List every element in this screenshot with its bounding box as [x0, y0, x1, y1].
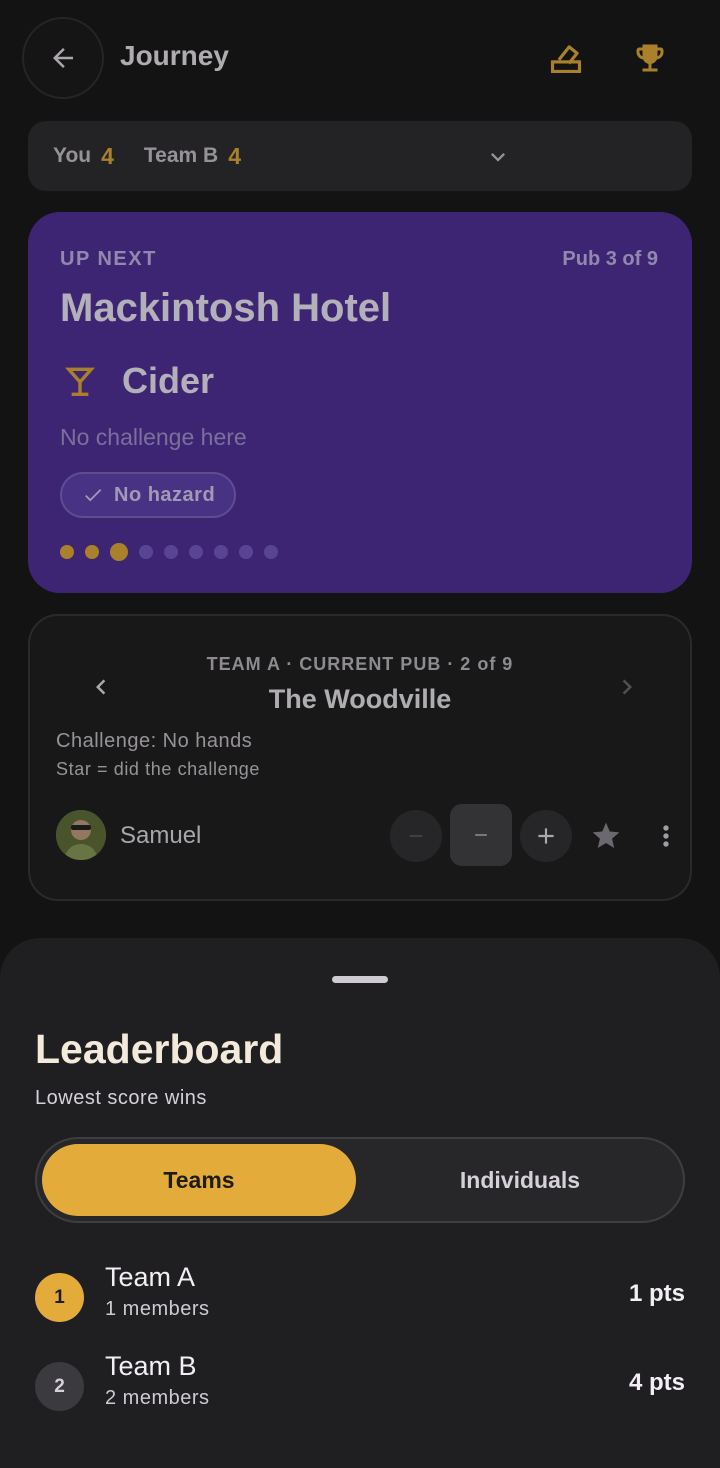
current-pub-label: TEAM A · CURRENT PUB · 2 of 9	[206, 654, 514, 674]
leaderboard-toggle: Teams Individuals	[35, 1137, 685, 1223]
cocktail-glass-icon	[65, 367, 95, 396]
progress-dot	[139, 545, 153, 559]
progress-dot	[214, 545, 228, 559]
star-hint: Star = did the challenge	[56, 759, 261, 779]
sheet-drag-handle[interactable]	[332, 976, 388, 983]
progress-dot	[110, 543, 128, 561]
increment-button[interactable]	[520, 810, 572, 862]
progress-dot	[189, 545, 203, 559]
decrement-button[interactable]	[390, 810, 442, 862]
progress-dot	[164, 545, 178, 559]
leaderboard-title: Leaderboard	[35, 1026, 284, 1072]
team-members: 1 members	[105, 1298, 210, 1320]
you-label: You	[53, 144, 92, 167]
team-points: 4 pts	[628, 1369, 685, 1396]
journey-screen: Journey You 4 Team B 4 UP NEXT Pub 3 of …	[0, 0, 720, 940]
team-name: Team A	[105, 1262, 196, 1292]
progress-dot	[264, 545, 278, 559]
page-title: Journey	[120, 40, 229, 71]
top-app-bar: Journey	[0, 0, 720, 116]
ballot-icon	[550, 45, 582, 74]
chevron-down-icon	[491, 153, 505, 162]
pub-progress-dots	[60, 543, 289, 561]
more-vert-icon	[663, 825, 669, 847]
progress-dot	[85, 545, 99, 559]
hazard-label: No hazard	[114, 483, 216, 506]
minus-icon	[409, 835, 423, 837]
drink-name: Cider	[122, 360, 215, 401]
star-icon	[592, 822, 620, 848]
drink-row: Cider	[60, 360, 214, 402]
current-pub-name: The Woodville	[268, 684, 452, 714]
check-icon	[85, 489, 102, 502]
member-row: Samuel	[56, 804, 676, 866]
progress-dot	[60, 545, 74, 559]
team-score: 4	[228, 142, 242, 169]
more-options-button[interactable]	[650, 820, 682, 857]
star-button[interactable]	[590, 820, 622, 857]
team-members: 2 members	[105, 1387, 210, 1409]
next-pub-name: Mackintosh Hotel	[60, 286, 392, 330]
arrow-left-icon	[53, 48, 73, 68]
minus-icon	[475, 834, 487, 836]
rank-badge: 1	[35, 1273, 84, 1322]
member-name: Samuel	[120, 822, 202, 849]
decrement-active-button[interactable]	[450, 804, 512, 866]
trophy-button[interactable]	[630, 38, 670, 78]
rank-badge: 2	[35, 1362, 84, 1411]
avatar	[56, 810, 106, 860]
team-name: Team B	[105, 1351, 197, 1381]
score-summary-dropdown[interactable]: You 4 Team B 4	[28, 121, 692, 191]
leaderboard-subtitle: Lowest score wins	[35, 1087, 207, 1109]
trophy-icon	[636, 44, 664, 72]
team-points: 1 pts	[628, 1280, 685, 1307]
tab-individuals[interactable]: Individuals	[359, 1144, 681, 1216]
challenge-text: No challenge here	[60, 424, 247, 450]
you-score: 4	[101, 142, 114, 169]
pub-count: Pub 3 of 9	[562, 248, 658, 270]
plus-icon	[538, 828, 554, 844]
progress-dot	[239, 545, 253, 559]
hazard-chip: No hazard	[60, 472, 236, 518]
team-label: Team B	[143, 144, 219, 167]
leaderboard-sheet: Leaderboard Lowest score wins Teams Indi…	[0, 938, 720, 1468]
tab-teams[interactable]: Teams	[42, 1144, 356, 1216]
up-next-card: UP NEXT Pub 3 of 9 Mackintosh Hotel Cide…	[28, 212, 692, 593]
leaderboard-row: 2 Team B 2 members 4 pts	[35, 1351, 685, 1421]
back-button[interactable]	[22, 17, 104, 99]
ballot-button[interactable]	[546, 38, 586, 78]
current-pub-card: TEAM A · CURRENT PUB · 2 of 9 The Woodvi…	[28, 614, 692, 901]
up-next-label: UP NEXT	[60, 248, 157, 270]
leaderboard-row: 1 Team A 1 members 1 pts	[35, 1262, 685, 1332]
current-challenge: Challenge: No hands	[56, 730, 253, 752]
